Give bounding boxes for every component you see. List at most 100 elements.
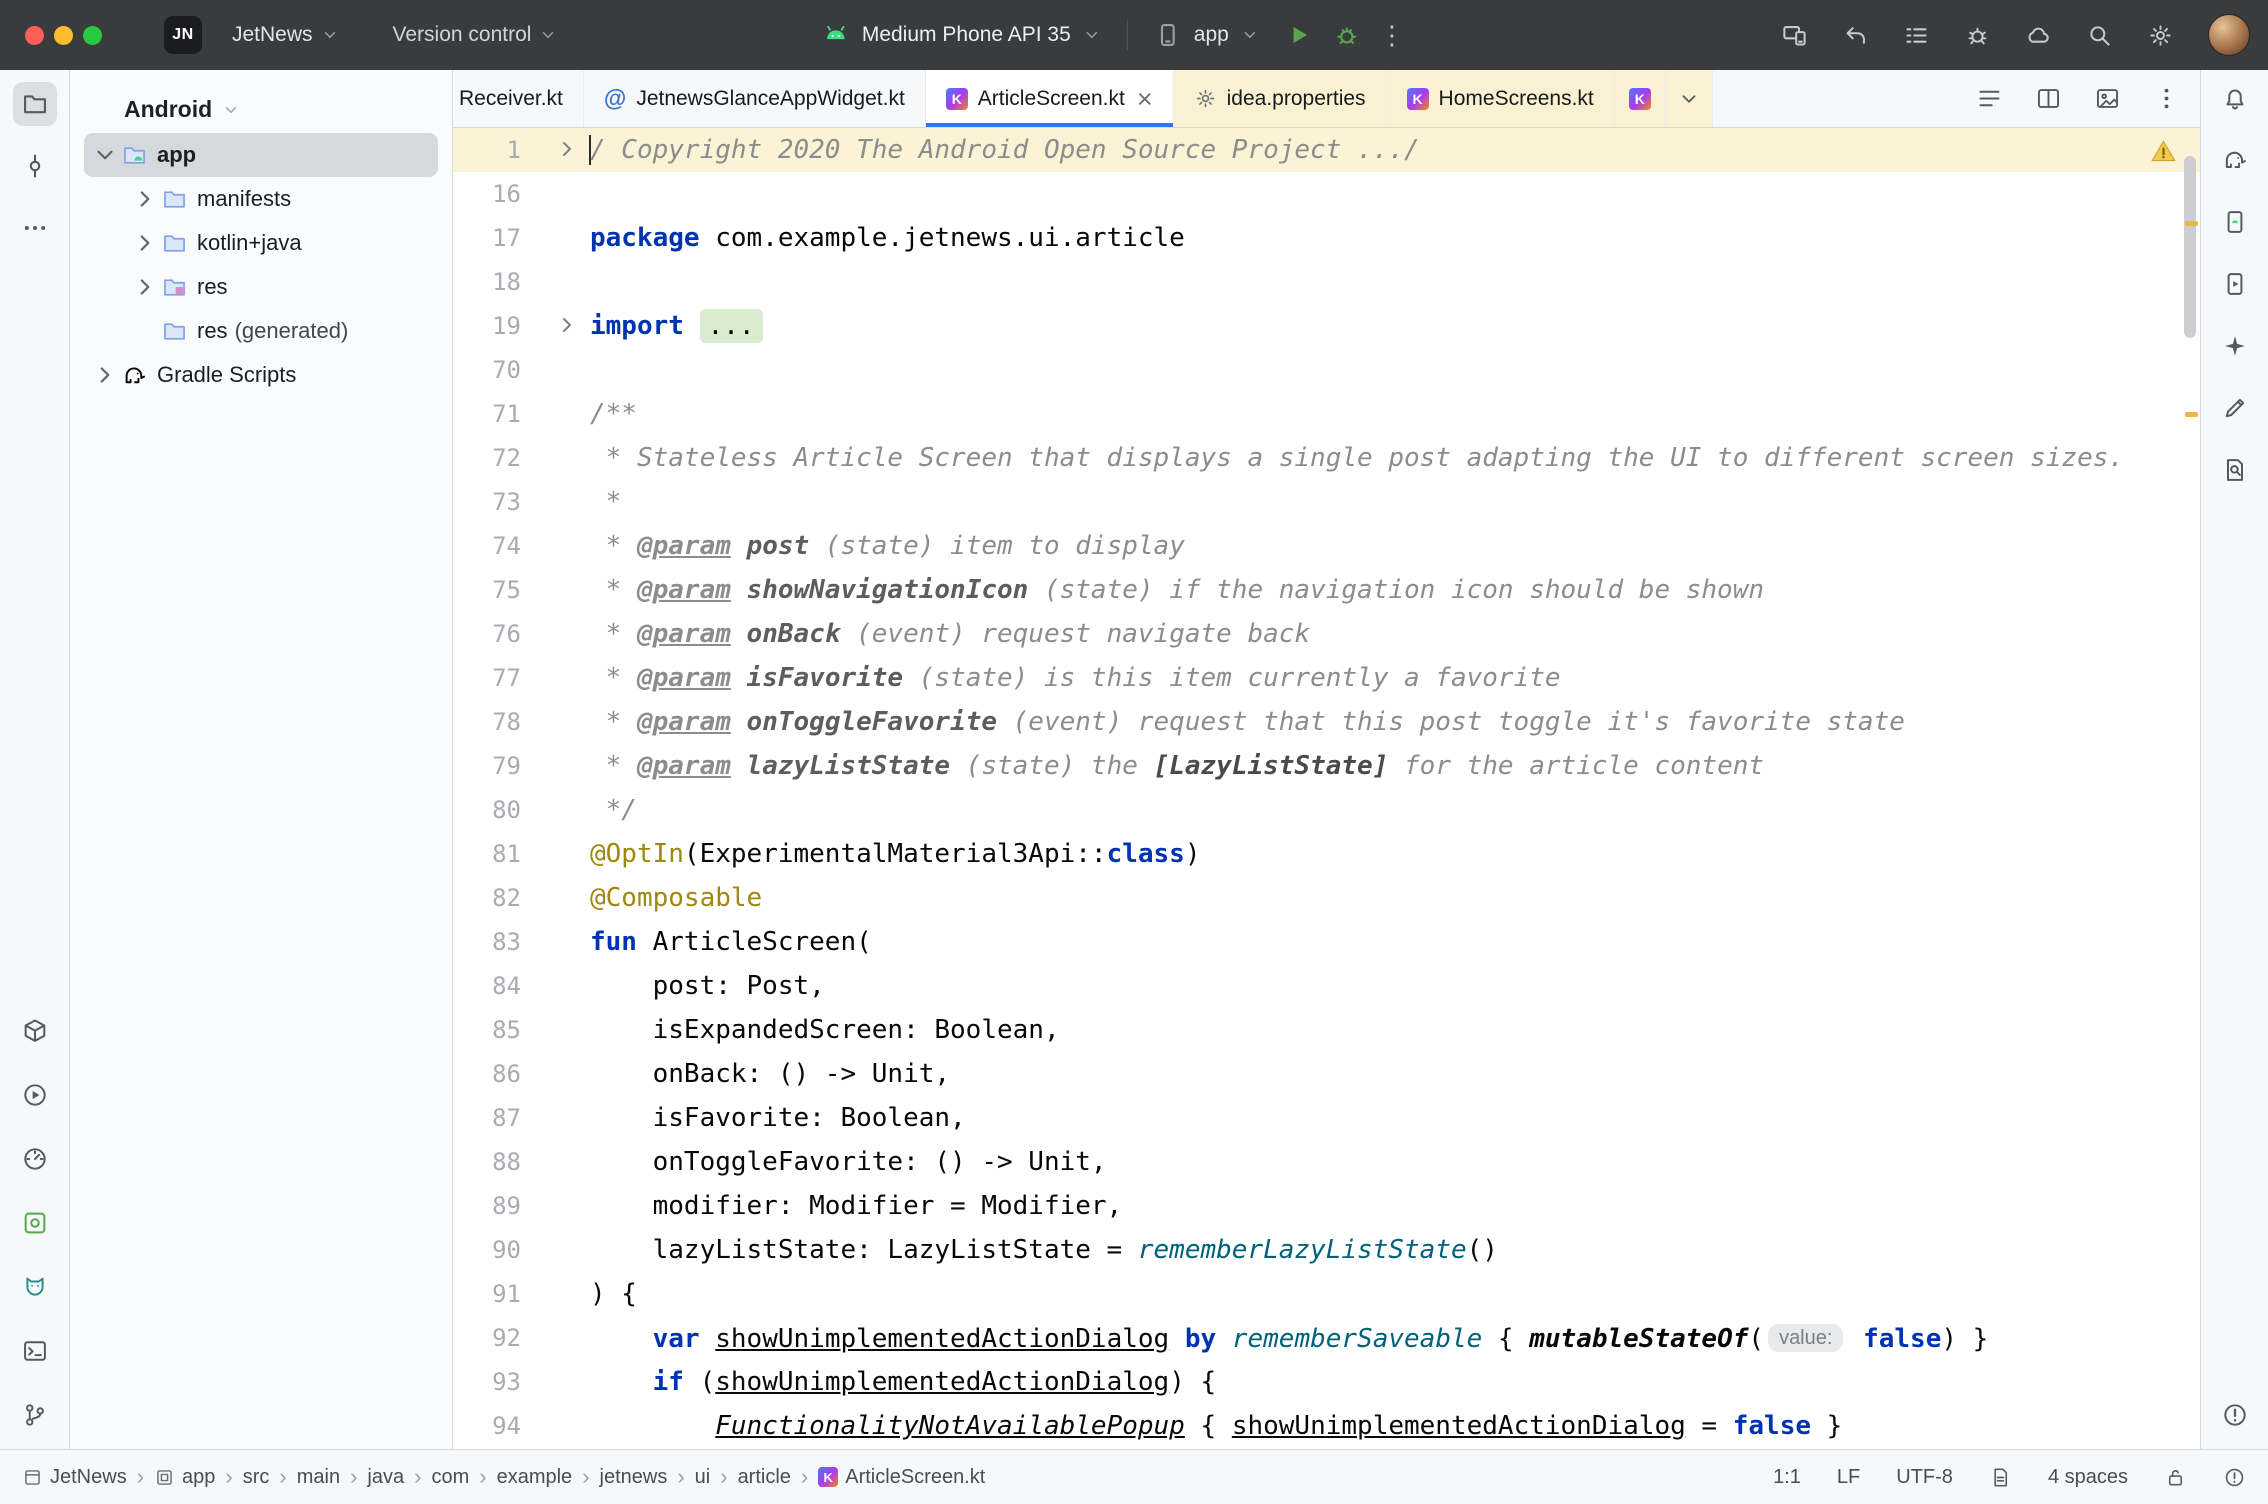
code-line-83[interactable]: 83fun ArticleScreen(: [453, 920, 2200, 964]
maximize-window-button[interactable]: [83, 26, 102, 45]
code-line-78[interactable]: 78 * @param onToggleFavorite (event) req…: [453, 700, 2200, 744]
split-editor-icon[interactable]: [2035, 85, 2062, 112]
editor-more-options-icon[interactable]: [2153, 85, 2180, 112]
tab-idea.properties[interactable]: idea.properties: [1174, 70, 1387, 127]
code-line-94[interactable]: 94 FunctionalityNotAvailablePopup { show…: [453, 1404, 2200, 1448]
code-line-74[interactable]: 74 * @param post (state) item to display: [453, 524, 2200, 568]
run-button[interactable]: [1285, 21, 1313, 49]
more-tool-windows-button[interactable]: [13, 206, 57, 250]
debug-button[interactable]: [1333, 21, 1361, 49]
code-line-72[interactable]: 72 * Stateless Article Screen that displ…: [453, 436, 2200, 480]
build-tool-button[interactable]: [13, 1009, 57, 1053]
gradle-sync-icon[interactable]: [2025, 22, 2052, 49]
logcat-tool-button[interactable]: [13, 1265, 57, 1309]
code-line-17[interactable]: 17package com.example.jetnews.ui.article: [453, 216, 2200, 260]
tree-chevron-icon[interactable]: [92, 142, 118, 168]
indent-style-widget[interactable]: 4 spaces: [2048, 1466, 2128, 1489]
code-line-87[interactable]: 87 isFavorite: Boolean,: [453, 1096, 2200, 1140]
terminal-tool-button[interactable]: [13, 1329, 57, 1373]
attach-debugger-icon[interactable]: [1964, 22, 1991, 49]
code-line-70[interactable]: 70: [453, 348, 2200, 392]
profiler-tool-button[interactable]: [13, 1137, 57, 1181]
notifications-button[interactable]: [2213, 76, 2257, 120]
run-config-selector[interactable]: app: [1194, 23, 1229, 47]
user-avatar[interactable]: [2208, 14, 2250, 56]
warning-stripe-mark[interactable]: [2185, 221, 2198, 226]
tree-chevron-icon[interactable]: [132, 230, 158, 256]
code-line-89[interactable]: 89 modifier: Modifier = Modifier,: [453, 1184, 2200, 1228]
code-editor[interactable]: 1/ Copyright 2020 The Android Open Sourc…: [453, 128, 2200, 1449]
editor-tab-list-icon[interactable]: [1976, 85, 2003, 112]
breadcrumb-main[interactable]: main: [297, 1466, 340, 1489]
hidden-tabs-dropdown[interactable]: [1666, 70, 1713, 127]
assistant-button[interactable]: [2213, 386, 2257, 430]
caret-position-widget[interactable]: 1:1: [1773, 1466, 1801, 1489]
task-list-icon[interactable]: [1903, 22, 1930, 49]
breadcrumb-articlescreen.kt[interactable]: KArticleScreen.kt: [818, 1466, 985, 1489]
code-line-16[interactable]: 16: [453, 172, 2200, 216]
tab-articlescreen.kt[interactable]: KArticleScreen.kt×: [926, 70, 1174, 127]
code-line-1[interactable]: 1/ Copyright 2020 The Android Open Sourc…: [453, 128, 2200, 172]
code-line-92[interactable]: 92 var showUnimplementedActionDialog by …: [453, 1316, 2200, 1360]
code-line-86[interactable]: 86 onBack: () -> Unit,: [453, 1052, 2200, 1096]
breadcrumb-java[interactable]: java: [367, 1466, 404, 1489]
minimize-window-button[interactable]: [54, 26, 73, 45]
tab-homescreens.kt[interactable]: KHomeScreens.kt: [1387, 70, 1615, 127]
breadcrumb-src[interactable]: src: [243, 1466, 270, 1489]
code-line-73[interactable]: 73 *: [453, 480, 2200, 524]
tree-item-kotlin-java[interactable]: kotlin+java: [84, 221, 438, 265]
inspection-warning-icon[interactable]: [2150, 138, 2177, 165]
tree-chevron-icon[interactable]: [132, 186, 158, 212]
code-line-82[interactable]: 82@Composable: [453, 876, 2200, 920]
back-navigation-icon[interactable]: [1842, 22, 1869, 49]
commit-tool-button[interactable]: [13, 144, 57, 188]
inspections-widget-icon[interactable]: [2223, 1466, 2246, 1489]
code-line-80[interactable]: 80 */: [453, 788, 2200, 832]
tree-chevron-icon[interactable]: [132, 274, 158, 300]
code-line-85[interactable]: 85 isExpandedScreen: Boolean,: [453, 1008, 2200, 1052]
line-separator-widget[interactable]: LF: [1837, 1466, 1860, 1489]
project-menu[interactable]: JetNews: [222, 15, 349, 55]
settings-icon[interactable]: [2147, 22, 2174, 49]
fold-arrow-icon[interactable]: [555, 313, 579, 337]
search-everywhere-icon[interactable]: [2086, 22, 2113, 49]
code-line-91[interactable]: 91) {: [453, 1272, 2200, 1316]
code-line-79[interactable]: 79 * @param lazyListState (state) the [L…: [453, 744, 2200, 788]
code-line-19[interactable]: 19import ...: [453, 304, 2200, 348]
code-line-84[interactable]: 84 post: Post,: [453, 964, 2200, 1008]
tree-item-res[interactable]: res: [84, 265, 438, 309]
screenshot-editor-icon[interactable]: [2094, 85, 2121, 112]
tab-jetnewsglanceappwidget.kt[interactable]: @JetnewsGlanceAppWidget.kt: [584, 70, 926, 127]
tree-item-gradle-scripts[interactable]: Gradle Scripts: [84, 353, 438, 397]
breadcrumb-ui[interactable]: ui: [695, 1466, 711, 1489]
tree-item-res-generated[interactable]: res (generated): [84, 309, 438, 353]
chevron-down-icon[interactable]: [1241, 26, 1259, 44]
vcs-menu[interactable]: Version control: [383, 15, 568, 55]
file-encoding-widget[interactable]: UTF-8: [1896, 1466, 1953, 1489]
gemini-button[interactable]: [2213, 324, 2257, 368]
app-inspection-tool-button[interactable]: [13, 1201, 57, 1245]
code-line-18[interactable]: 18: [453, 260, 2200, 304]
device-selector[interactable]: Medium Phone API 35: [862, 23, 1071, 47]
tree-chevron-icon[interactable]: [92, 362, 118, 388]
device-mirroring-icon[interactable]: [1781, 22, 1808, 49]
find-button[interactable]: [2213, 448, 2257, 492]
file-writable-icon[interactable]: [2164, 1466, 2187, 1489]
code-line-75[interactable]: 75 * @param showNavigationIcon (state) i…: [453, 568, 2200, 612]
code-line-76[interactable]: 76 * @param onBack (event) request navig…: [453, 612, 2200, 656]
run-tool-button[interactable]: [13, 1073, 57, 1117]
code-line-88[interactable]: 88 onToggleFavorite: () -> Unit,: [453, 1140, 2200, 1184]
breadcrumb-jetnews[interactable]: JetNews: [22, 1466, 127, 1489]
breadcrumb-app[interactable]: app: [154, 1466, 215, 1489]
breadcrumb-example[interactable]: example: [497, 1466, 573, 1489]
fold-arrow-icon[interactable]: [555, 137, 579, 161]
close-tab-icon[interactable]: ×: [1137, 89, 1153, 109]
code-line-81[interactable]: 81@OptIn(ExperimentalMaterial3Api::class…: [453, 832, 2200, 876]
breadcrumb-jetnews[interactable]: jetnews: [600, 1466, 668, 1489]
breadcrumb-com[interactable]: com: [431, 1466, 469, 1489]
close-window-button[interactable]: [25, 26, 44, 45]
tree-item-manifests[interactable]: manifests: [84, 177, 438, 221]
reader-mode-icon[interactable]: [1989, 1466, 2012, 1489]
more-run-actions-icon[interactable]: ⋮: [1373, 20, 1411, 51]
tree-item-app[interactable]: app: [84, 133, 438, 177]
